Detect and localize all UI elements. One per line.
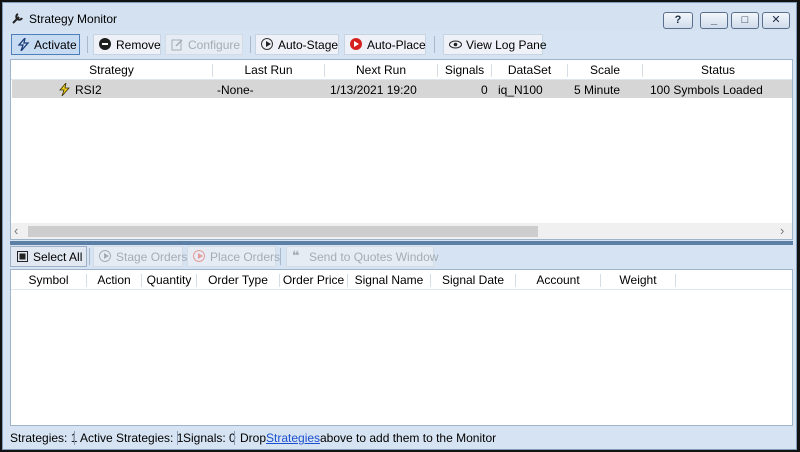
activate-button[interactable]: Activate <box>11 34 80 55</box>
remove-label: Remove <box>116 37 161 52</box>
maximize-button[interactable]: □ <box>731 12 759 29</box>
table-row[interactable]: RSI2 -None- 1/13/2021 19:20 0 iq_N100 5 … <box>12 80 792 98</box>
orders-grid: Symbol Action Quantity Order Type Order … <box>10 269 793 426</box>
toolbar-separator <box>434 36 435 53</box>
scroll-left-arrow[interactable]: ‹ <box>14 223 18 238</box>
view-log-pane-button[interactable]: View Log Pane <box>443 34 547 55</box>
eye-icon <box>449 40 462 49</box>
status-separator <box>234 431 235 445</box>
strategies-grid: Strategy Last Run Next Run Signals DataS… <box>10 59 793 240</box>
column-header-weight[interactable]: Weight <box>601 273 675 287</box>
configure-label: Configure <box>188 37 241 52</box>
column-divider <box>675 274 676 287</box>
status-separator <box>177 431 178 445</box>
toolbar-separator <box>89 248 90 265</box>
place-orders-button[interactable]: Place Orders <box>187 246 280 267</box>
send-to-quotes-window-button[interactable]: ❝ Send to Quotes Window <box>286 246 438 267</box>
select-all-label: Select All <box>33 249 83 264</box>
cell-signals: 0 <box>481 83 488 97</box>
stage-orders-label: Stage Orders <box>116 249 188 264</box>
remove-icon <box>99 38 112 51</box>
status-active-strategies: Active Strategies: 1 <box>80 431 184 445</box>
strategy-monitor-window: Strategy Monitor ? _ □ ✕ Activate Remove <box>2 2 797 450</box>
column-header-signal-date[interactable]: Signal Date <box>431 273 515 287</box>
minimize-button[interactable]: _ <box>700 12 728 29</box>
column-header-quantity[interactable]: Quantity <box>142 273 196 287</box>
play-circle-red-icon <box>193 250 206 263</box>
column-header-last-run[interactable]: Last Run <box>213 63 324 77</box>
quote-icon: ❝ <box>292 248 300 263</box>
status-drop-prefix: Drop <box>240 431 267 445</box>
status-bar: Strategies: 1 Active Strategies: 1 Signa… <box>3 427 796 449</box>
select-all-button[interactable]: Select All <box>10 246 87 267</box>
help-button[interactable]: ? <box>663 12 693 29</box>
status-separator <box>74 431 75 445</box>
view-log-pane-label: View Log Pane <box>466 37 547 52</box>
strategies-grid-header: Strategy Last Run Next Run Signals DataS… <box>11 60 792 80</box>
toolbar-separator <box>250 36 251 53</box>
cell-scale: 5 Minute <box>574 83 621 97</box>
lightning-icon <box>17 38 30 51</box>
status-strategies-count: Strategies: 1 <box>10 431 78 445</box>
column-header-dataset[interactable]: DataSet <box>492 63 567 77</box>
auto-place-button[interactable]: Auto-Place <box>344 34 426 55</box>
horizontal-scrollbar[interactable]: ‹ › <box>11 223 792 239</box>
cell-strategy: RSI2 <box>75 83 102 97</box>
column-header-signal-name[interactable]: Signal Name <box>348 273 430 287</box>
orders-toolbar: Select All Stage Orders Place Orders ❝ S… <box>3 245 796 267</box>
column-header-order-price[interactable]: Order Price <box>280 273 347 287</box>
play-circle-icon <box>261 38 274 51</box>
auto-stage-button[interactable]: Auto-Stage <box>255 34 339 55</box>
auto-stage-label: Auto-Stage <box>278 37 339 52</box>
column-header-status[interactable]: Status <box>643 63 793 77</box>
main-toolbar: Activate Remove Configure Auto-Stage Aut… <box>3 33 796 57</box>
edit-icon <box>171 39 183 51</box>
lightning-icon <box>59 83 70 96</box>
send-to-quotes-window-label: Send to Quotes Window <box>309 249 439 264</box>
configure-button[interactable]: Configure <box>165 34 243 55</box>
cell-status: 100 Symbols Loaded <box>650 83 763 97</box>
toolbar-separator <box>87 36 88 53</box>
stage-orders-button[interactable]: Stage Orders <box>93 246 187 267</box>
close-button[interactable]: ✕ <box>762 12 790 29</box>
status-drop-suffix: above to add them to the Monitor <box>320 431 497 445</box>
column-header-account[interactable]: Account <box>516 273 600 287</box>
scroll-right-arrow[interactable]: › <box>780 223 784 238</box>
wrench-icon <box>12 13 23 24</box>
play-circle-icon <box>99 250 112 263</box>
cell-dataset: iq_N100 <box>498 83 543 97</box>
title-bar: Strategy Monitor ? _ □ ✕ <box>3 3 796 31</box>
cell-next-run: 1/13/2021 19:20 <box>330 83 417 97</box>
toolbar-separator <box>280 248 281 265</box>
column-header-scale[interactable]: Scale <box>568 63 642 77</box>
select-all-icon <box>17 251 28 262</box>
column-header-order-type[interactable]: Order Type <box>197 273 279 287</box>
window-title: Strategy Monitor <box>29 12 118 26</box>
activate-label: Activate <box>34 37 77 52</box>
place-orders-label: Place Orders <box>210 249 281 264</box>
auto-place-label: Auto-Place <box>367 37 426 52</box>
column-header-next-run[interactable]: Next Run <box>325 63 437 77</box>
status-signals-count: Signals: 0 <box>183 431 236 445</box>
cell-last-run: -None- <box>217 83 254 97</box>
play-circle-red-icon <box>350 38 363 51</box>
column-header-signals[interactable]: Signals <box>438 63 491 77</box>
orders-grid-header: Symbol Action Quantity Order Type Order … <box>11 270 792 290</box>
column-header-symbol[interactable]: Symbol <box>11 273 86 287</box>
strategies-link[interactable]: Strategies <box>266 431 320 445</box>
scrollbar-thumb[interactable] <box>28 226 538 237</box>
remove-button[interactable]: Remove <box>93 34 161 55</box>
column-header-action[interactable]: Action <box>87 273 141 287</box>
column-header-strategy[interactable]: Strategy <box>11 63 212 77</box>
